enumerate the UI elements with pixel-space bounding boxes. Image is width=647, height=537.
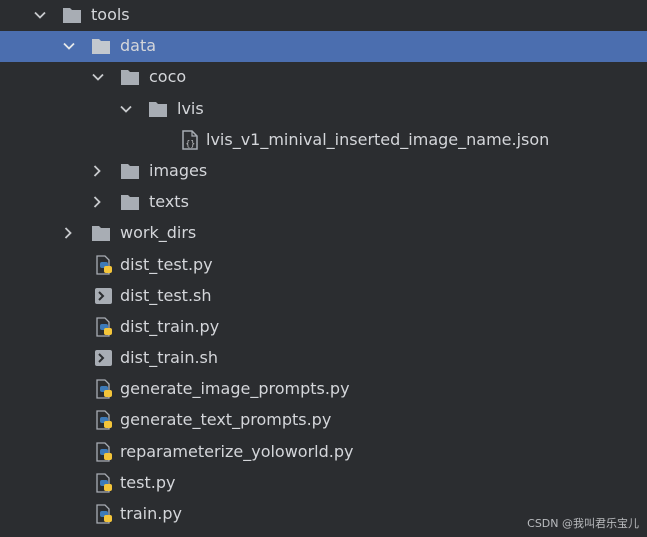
chevron-down-icon[interactable]	[33, 8, 47, 22]
tree-item-label: images	[149, 160, 208, 180]
python-file-icon	[96, 473, 112, 493]
tree-item-test-py[interactable]: test.py	[0, 468, 647, 499]
chevron-down-icon[interactable]	[91, 70, 105, 84]
tree-item-json-file[interactable]: {} lvis_v1_minival_inserted_image_name.j…	[0, 125, 647, 156]
tree-item-data[interactable]: data	[0, 31, 647, 63]
tree-item-label: texts	[149, 192, 189, 212]
tree-item-label: lvis	[177, 98, 204, 118]
tree-item-label: generate_image_prompts.py	[120, 379, 350, 399]
json-file-icon: {}	[182, 130, 198, 150]
svg-text:{}: {}	[186, 139, 196, 148]
folder-icon	[63, 8, 81, 23]
python-file-icon	[96, 317, 112, 337]
chevron-right-icon[interactable]	[90, 164, 104, 178]
tree-item-tools[interactable]: tools	[0, 0, 647, 31]
tree-item-dist-train-py[interactable]: dist_train.py	[0, 312, 647, 343]
watermark: CSDN @我叫君乐宝儿	[527, 517, 639, 530]
chevron-down-icon[interactable]	[62, 39, 76, 53]
tree-item-work-dirs[interactable]: work_dirs	[0, 218, 647, 249]
tree-item-dist-train-sh[interactable]: dist_train.sh	[0, 343, 647, 374]
python-file-icon	[96, 379, 112, 399]
tree-item-label: test.py	[120, 472, 176, 492]
tree-item-lvis[interactable]: lvis	[0, 94, 647, 125]
folder-icon	[92, 39, 110, 55]
python-file-icon	[96, 410, 112, 431]
tree-item-generate-image-prompts-py[interactable]: generate_image_prompts.py	[0, 374, 647, 405]
tree-item-images[interactable]: images	[0, 156, 647, 187]
tree-item-coco[interactable]: coco	[0, 62, 647, 93]
tree-item-label: dist_test.sh	[120, 285, 212, 305]
tree-item-dist-test-py[interactable]: dist_test.py	[0, 250, 647, 281]
folder-icon	[121, 70, 139, 86]
python-file-icon	[96, 441, 112, 462]
tree-item-label: dist_train.py	[120, 316, 220, 336]
chevron-down-icon[interactable]	[119, 102, 133, 116]
tree-item-label: lvis_v1_minival_inserted_image_name.json	[206, 129, 550, 149]
python-file-icon	[96, 504, 112, 524]
python-file-icon	[96, 254, 112, 275]
tree-item-label: generate_text_prompts.py	[120, 410, 332, 430]
terminal-file-icon	[95, 350, 112, 367]
tree-item-dist-test-sh[interactable]: dist_test.sh	[0, 281, 647, 312]
tree-item-label: data	[120, 36, 157, 56]
tree-item-generate-text-prompts-py[interactable]: generate_text_prompts.py	[0, 405, 647, 436]
tree-item-label: tools	[91, 5, 130, 24]
tree-item-label: work_dirs	[120, 223, 197, 243]
folder-icon	[121, 195, 139, 211]
folder-icon	[149, 101, 167, 117]
terminal-file-icon	[95, 287, 112, 304]
tree-item-label: dist_train.sh	[120, 348, 219, 368]
folder-icon	[121, 163, 139, 179]
tree-item-texts[interactable]: texts	[0, 187, 647, 218]
tree-item-label: reparameterize_yoloworld.py	[120, 441, 354, 461]
tree-item-label: train.py	[120, 504, 182, 523]
folder-icon	[92, 226, 110, 242]
tree-item-label: dist_test.py	[120, 254, 213, 274]
tree-item-label: coco	[149, 67, 187, 87]
project-tree: tools data coco lvis {} lvis_v1_minival_…	[0, 0, 647, 530]
chevron-right-icon[interactable]	[90, 195, 104, 209]
tree-item-reparameterize-yoloworld-py[interactable]: reparameterize_yoloworld.py	[0, 437, 647, 468]
chevron-right-icon[interactable]	[61, 226, 75, 240]
